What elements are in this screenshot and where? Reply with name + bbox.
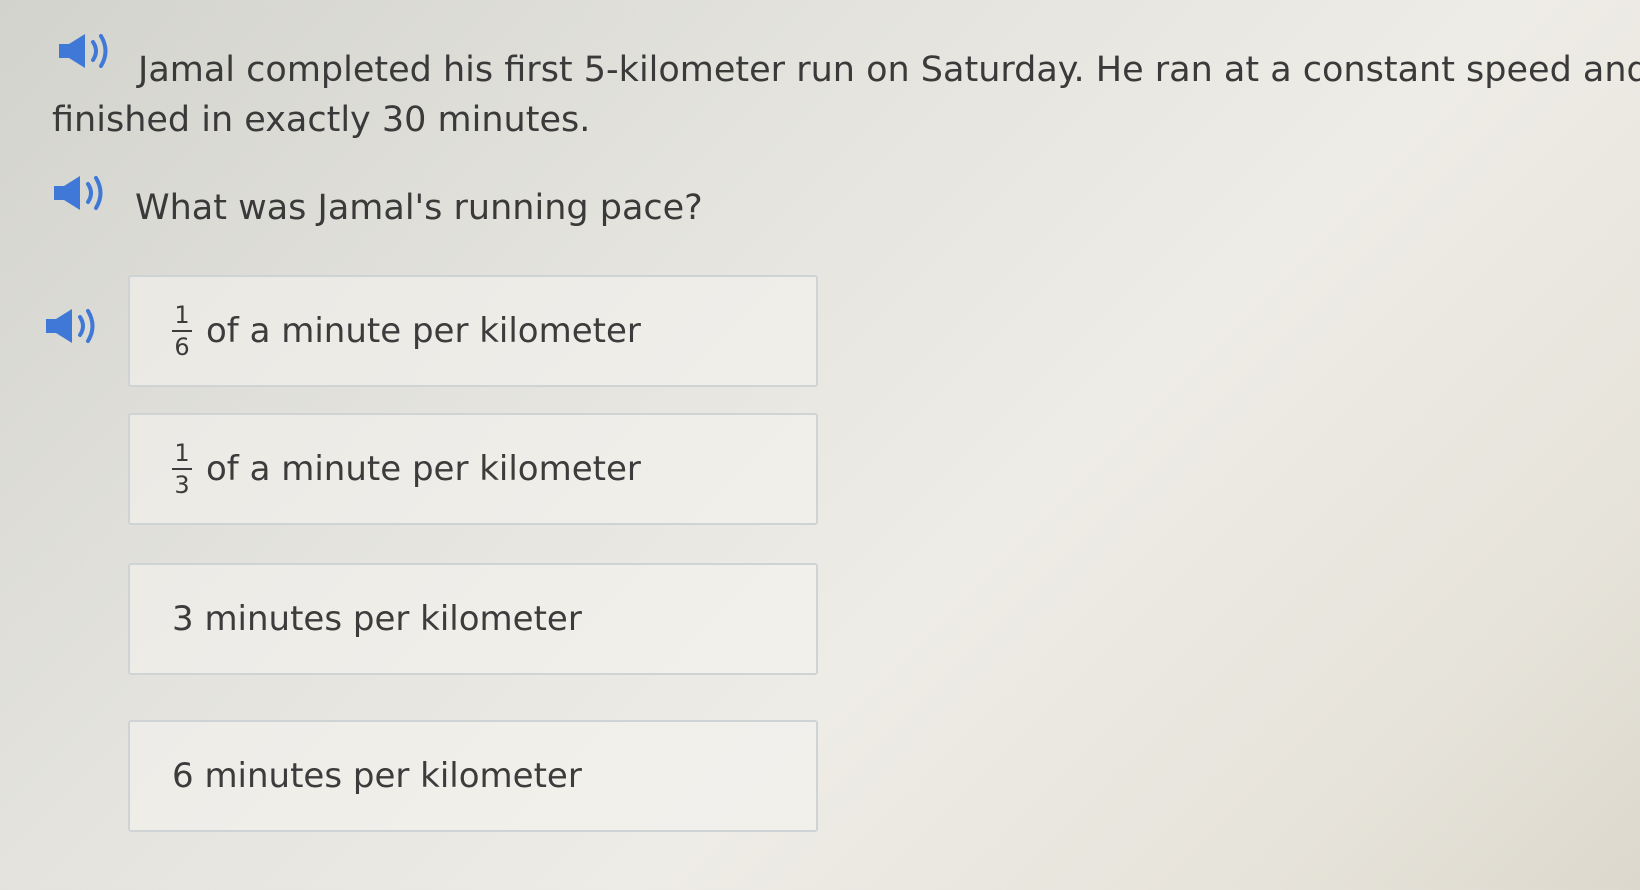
passage-line-2: finished in exactly 30 minutes. [52, 100, 591, 140]
passage-line-1: Jamal completed his first 5-kilometer ru… [138, 50, 1640, 90]
answer-choice-a-label: 1 6 of a minute per kilometer [172, 277, 641, 385]
read-aloud-prompt-speaker-icon[interactable] [50, 170, 108, 216]
answer-choice-a-text: of a minute per kilometer [206, 311, 641, 351]
fraction-one-third: 1 3 [172, 440, 192, 498]
answer-choice-c-label: 3 minutes per kilometer [172, 565, 582, 673]
answer-choice-c-text: 3 minutes per kilometer [172, 599, 582, 639]
read-aloud-passage-speaker-icon[interactable] [55, 28, 113, 74]
answer-choice-b-text: of a minute per kilometer [206, 449, 641, 489]
answer-choice-a[interactable]: 1 6 of a minute per kilometer [128, 275, 818, 387]
fraction-denominator: 3 [174, 471, 190, 499]
answer-choice-d[interactable]: 6 minutes per kilometer [128, 720, 818, 832]
fraction-numerator: 1 [174, 439, 190, 467]
answer-choice-d-label: 6 minutes per kilometer [172, 722, 582, 830]
answer-choice-b[interactable]: 1 3 of a minute per kilometer [128, 413, 818, 525]
fraction-bar [172, 330, 192, 332]
question-prompt: What was Jamal's running pace? [135, 188, 703, 228]
fraction-bar [172, 468, 192, 470]
fraction-denominator: 6 [174, 333, 190, 361]
answer-choice-c[interactable]: 3 minutes per kilometer [128, 563, 818, 675]
fraction-numerator: 1 [174, 301, 190, 329]
fraction-one-sixth: 1 6 [172, 302, 192, 360]
read-aloud-choice-a-speaker-icon[interactable] [42, 303, 100, 349]
answer-choice-b-label: 1 3 of a minute per kilometer [172, 415, 641, 523]
answer-choice-d-text: 6 minutes per kilometer [172, 756, 582, 796]
